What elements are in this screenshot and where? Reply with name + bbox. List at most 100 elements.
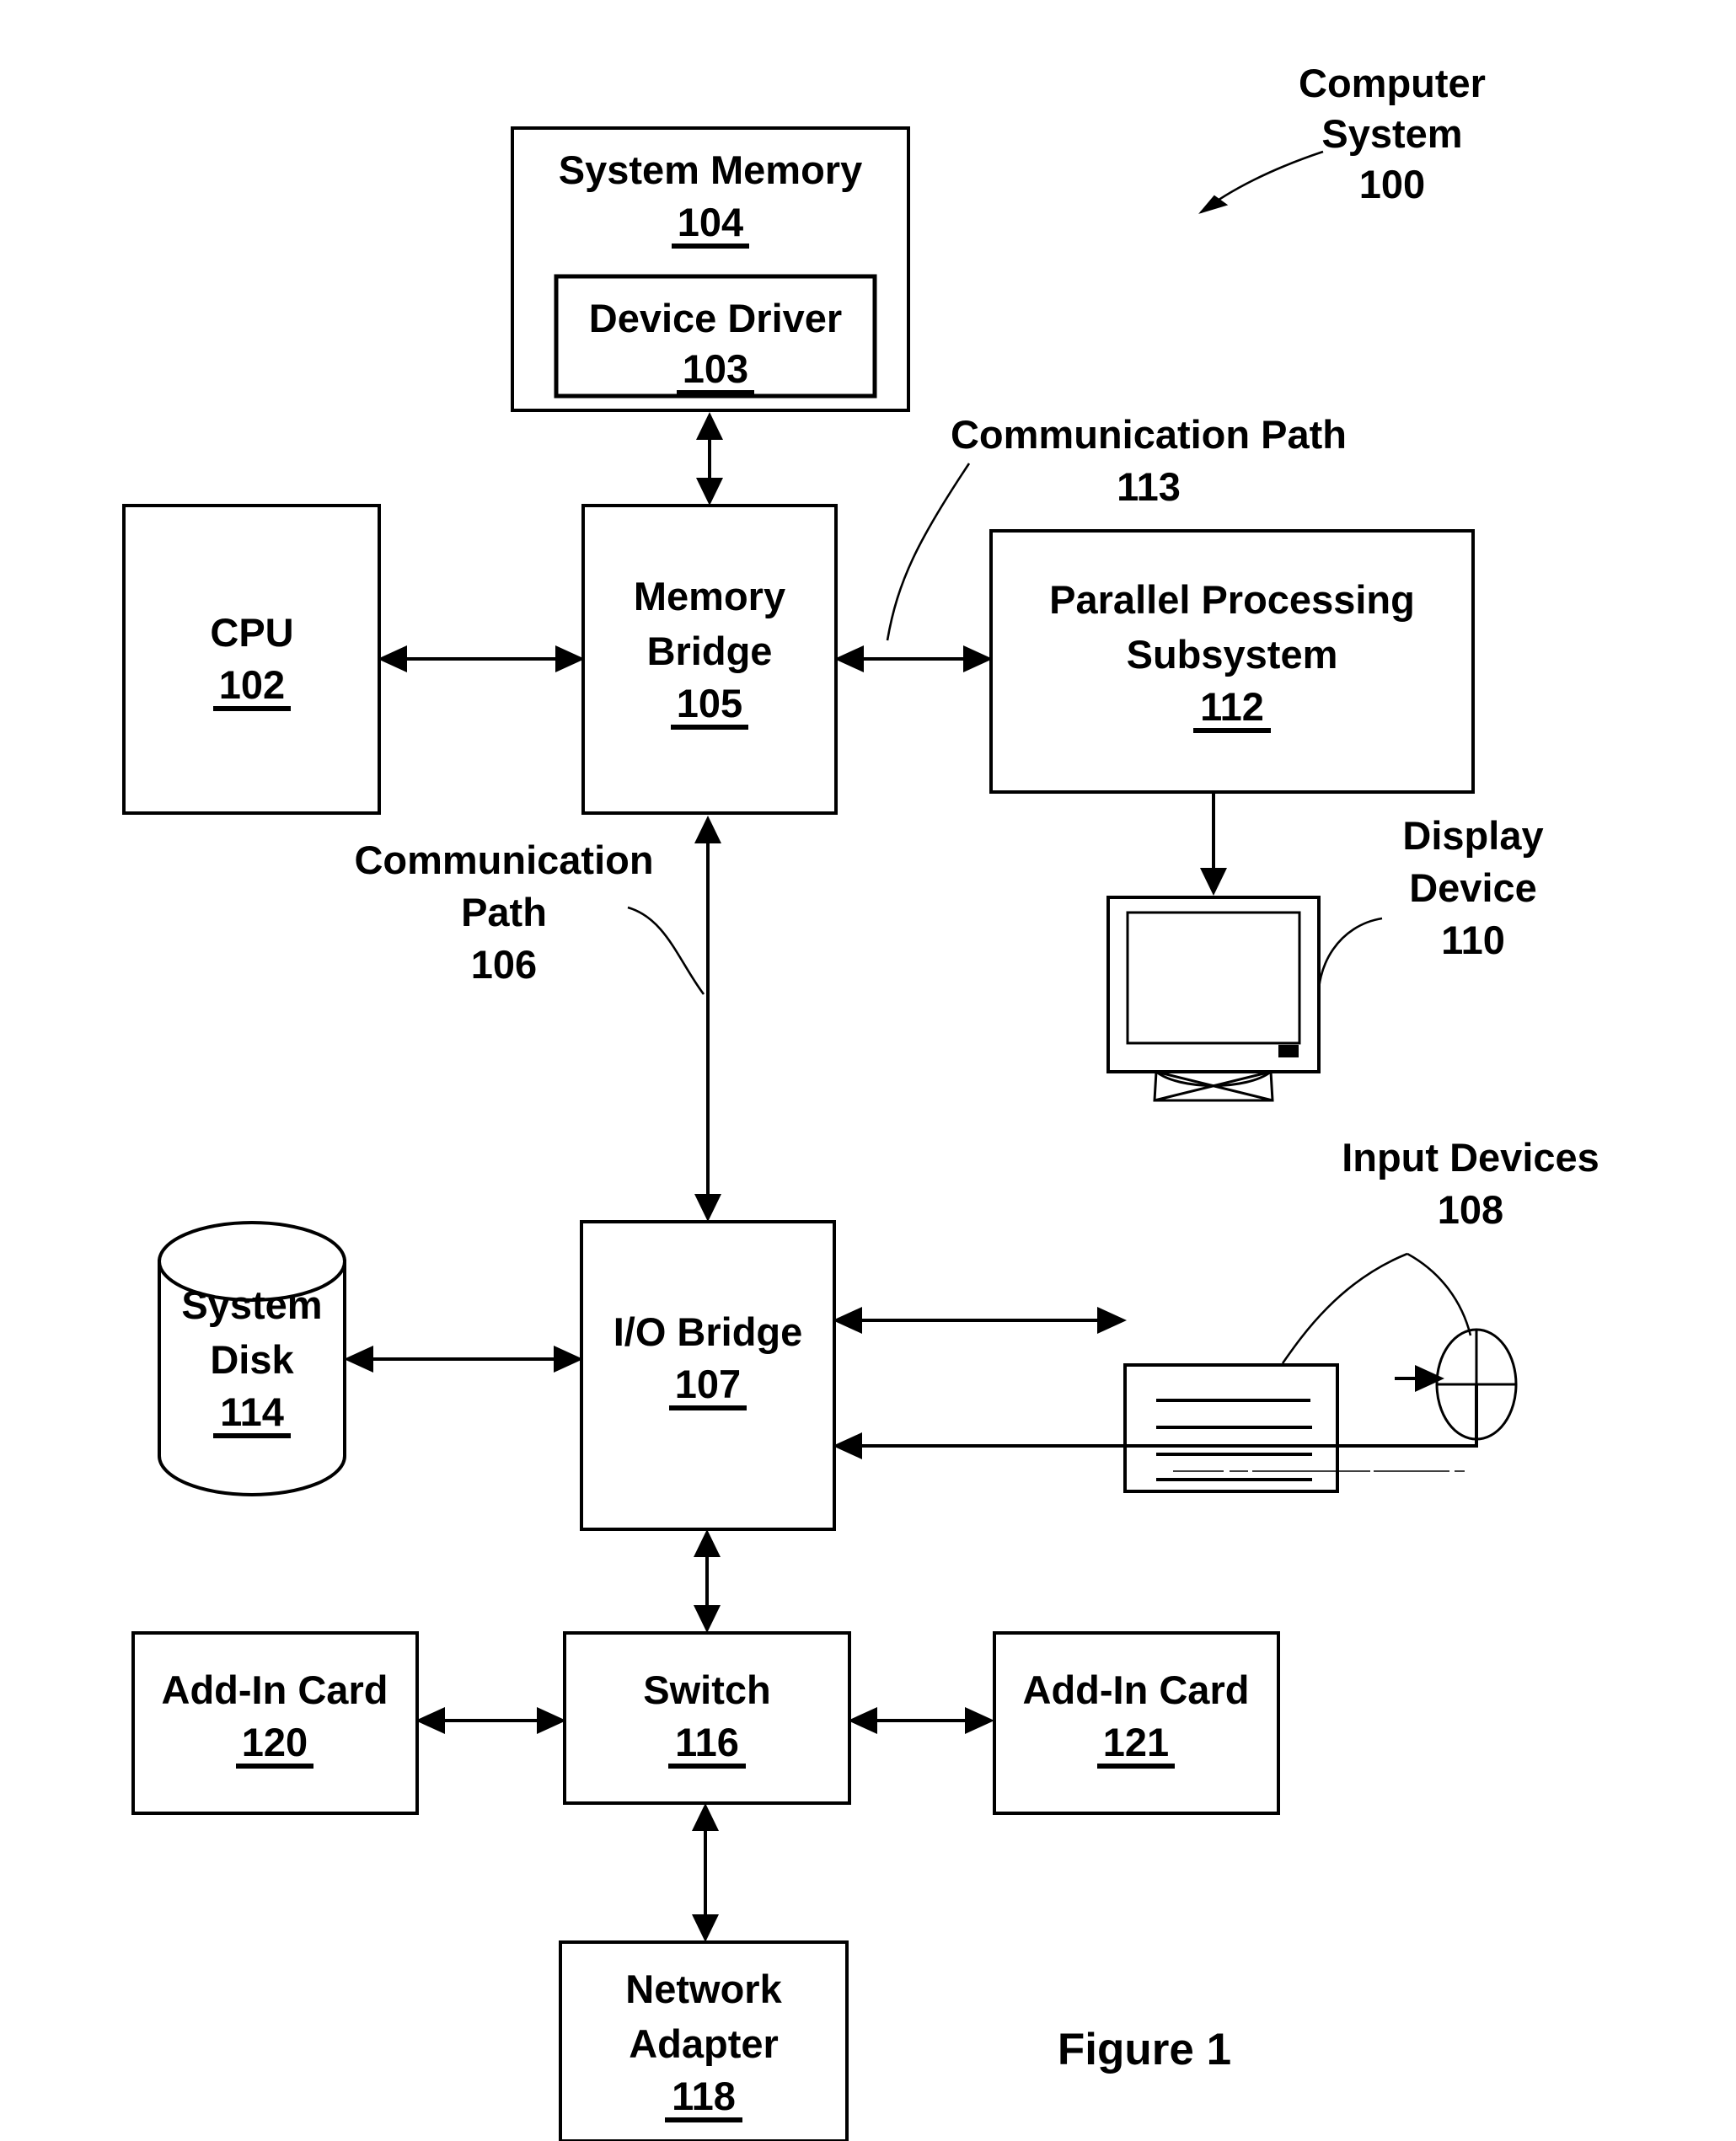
- computer-system-callout: Computer System 100: [1198, 61, 1486, 214]
- conn-disk-io-arrow-right: [554, 1346, 583, 1373]
- block-system-memory: System Memory 104 Device Driver 103: [511, 126, 910, 412]
- system-disk-title-line2: Disk: [210, 1337, 294, 1382]
- cpu-box: [122, 504, 381, 815]
- conn-cpu-mb-arrow-right: [555, 645, 585, 672]
- patent-figure-page: Computer System 100 System Memory 104 De…: [0, 0, 1736, 2141]
- comm-path-106-label-line2: Path: [461, 890, 547, 934]
- figure-caption: Figure 1: [1058, 2025, 1231, 2074]
- conn-switch-card121-arrow-left: [848, 1707, 877, 1734]
- conn-switch-na-arrow-up: [692, 1803, 719, 1831]
- conn-switch-na-arrow-down: [692, 1914, 719, 1942]
- conn-io-keyboard-arrow-left: [833, 1307, 862, 1334]
- computer-system-ref: 100: [1359, 162, 1425, 206]
- annotation-comm-path-106: Communication Path 106: [354, 838, 705, 995]
- connector-add-in-card-120-switch: [415, 1707, 566, 1734]
- conn-mb-pps-arrow-right: [963, 645, 993, 672]
- conn-mb-sm-arrow-down: [696, 478, 723, 506]
- add-in-card-121-ref: 121: [1103, 1720, 1169, 1764]
- system-memory-title: System Memory: [559, 147, 863, 192]
- conn-io-mouse-arrow-right: [1415, 1365, 1444, 1392]
- annotation-display-device: Display Device 110: [1317, 813, 1544, 1008]
- system-memory-ref: 104: [678, 200, 743, 244]
- conn-cpu-mb-arrow-left: [378, 645, 407, 672]
- network-adapter-title-line1: Network: [625, 1967, 782, 2011]
- device-driver-title: Device Driver: [589, 296, 842, 340]
- block-cpu: CPU 102: [122, 504, 381, 815]
- comm-path-113-label: Communication Path: [951, 412, 1347, 457]
- conn-io-switch-arrow-down: [694, 1605, 721, 1633]
- switch-box: [563, 1631, 851, 1805]
- switch-ref: 116: [675, 1720, 739, 1764]
- block-device-driver: Device Driver 103: [554, 274, 877, 399]
- system-disk-title-line1: System: [181, 1282, 322, 1327]
- connector-cpu-memory-bridge: [378, 645, 585, 672]
- display-device-label-line2: Device: [1409, 865, 1537, 910]
- network-adapter-title-line2: Adapter: [629, 2021, 779, 2066]
- monitor-stand-cross: [1154, 1070, 1273, 1102]
- io-bridge-ref: 107: [675, 1362, 741, 1406]
- computer-system-leader-arrowhead: [1198, 195, 1229, 214]
- comm-path-106-label-line1: Communication: [354, 838, 653, 882]
- conn-mb-io-arrow-up: [694, 816, 721, 843]
- memory-bridge-title-line2: Bridge: [647, 629, 773, 673]
- switch-title: Switch: [643, 1667, 770, 1712]
- connector-pps-display: [1200, 792, 1227, 896]
- input-devices-ref: 108: [1438, 1187, 1503, 1232]
- conn-pps-display-arrow-down: [1200, 868, 1227, 896]
- connector-memory-bridge-system-memory: [696, 412, 723, 506]
- block-network-adapter: Network Adapter 118: [559, 1940, 849, 2141]
- block-io-bridge: I/O Bridge 107: [580, 1220, 836, 1531]
- block-add-in-card-121: Add-In Card 121: [993, 1631, 1280, 1815]
- pps-ref: 112: [1200, 684, 1264, 729]
- io-bridge-title: I/O Bridge: [613, 1309, 803, 1354]
- conn-switch-card121-arrow-right: [965, 1707, 994, 1734]
- connector-switch-network-adapter: [692, 1803, 719, 1942]
- monitor-power-led: [1278, 1045, 1299, 1057]
- comm-path-106-ref: 106: [471, 942, 537, 987]
- block-memory-bridge: Memory Bridge 105: [581, 504, 838, 815]
- input-devices-label: Input Devices: [1342, 1135, 1599, 1180]
- keyboard-icon: [1123, 1363, 1339, 1493]
- cpu-title: CPU: [210, 610, 293, 655]
- conn-card120-switch-arrow-right: [537, 1707, 566, 1734]
- connector-io-bridge-keyboard: [833, 1307, 1127, 1334]
- monitor-stand-neck: [1155, 1070, 1272, 1087]
- display-device-ref: 110: [1441, 918, 1505, 962]
- block-switch: Switch 116: [563, 1631, 851, 1805]
- block-parallel-processing-subsystem: Parallel Processing Subsystem 112: [989, 529, 1475, 794]
- comm-path-113-ref: 113: [1117, 464, 1181, 509]
- conn-disk-io-arrow-left: [344, 1346, 373, 1373]
- connector-memory-bridge-io-bridge: [694, 816, 721, 1222]
- conn-io-switch-arrow-up: [694, 1529, 721, 1557]
- connector-memory-bridge-pps: [834, 645, 993, 672]
- connector-switch-add-in-card-121: [848, 1707, 994, 1734]
- connector-io-bridge-switch: [694, 1529, 721, 1633]
- network-adapter-ref: 118: [672, 2074, 736, 2118]
- display-device-label-line1: Display: [1402, 813, 1543, 858]
- computer-system-label-line2: System: [1321, 111, 1462, 156]
- monitor-icon: [1106, 896, 1321, 1102]
- cpu-ref: 102: [219, 662, 285, 707]
- connector-system-disk-io-bridge: [344, 1346, 583, 1373]
- system-disk-ref: 114: [220, 1389, 284, 1434]
- add-in-card-120-ref: 120: [242, 1720, 308, 1764]
- block-add-in-card-120: Add-In Card 120: [131, 1631, 419, 1815]
- conn-mouse-io-arrow-left: [833, 1432, 862, 1459]
- system-disk-cylinder-icon: System Disk 114: [158, 1221, 346, 1496]
- conn-mb-sm-arrow-up: [696, 412, 723, 440]
- annotation-input-devices: Input Devices 108: [1281, 1135, 1599, 1364]
- comm-path-106-leader-line: [627, 906, 705, 995]
- add-in-card-121-title: Add-In Card: [1023, 1667, 1250, 1712]
- pps-title-line1: Parallel Processing: [1049, 577, 1415, 622]
- pps-title-line2: Subsystem: [1127, 632, 1338, 677]
- figure-1-diagram: Computer System 100 System Memory 104 De…: [122, 61, 1599, 2141]
- conn-card120-switch-arrow-left: [415, 1707, 445, 1734]
- device-driver-ref: 103: [683, 346, 748, 391]
- conn-mb-pps-arrow-left: [834, 645, 864, 672]
- conn-mb-io-arrow-down: [694, 1194, 721, 1222]
- conn-io-keyboard-arrow-right: [1097, 1307, 1127, 1334]
- memory-bridge-title-line1: Memory: [634, 574, 785, 618]
- memory-bridge-ref: 105: [677, 681, 742, 725]
- input-devices-leader-mouse: [1406, 1252, 1472, 1336]
- add-in-card-120-title: Add-In Card: [162, 1667, 388, 1712]
